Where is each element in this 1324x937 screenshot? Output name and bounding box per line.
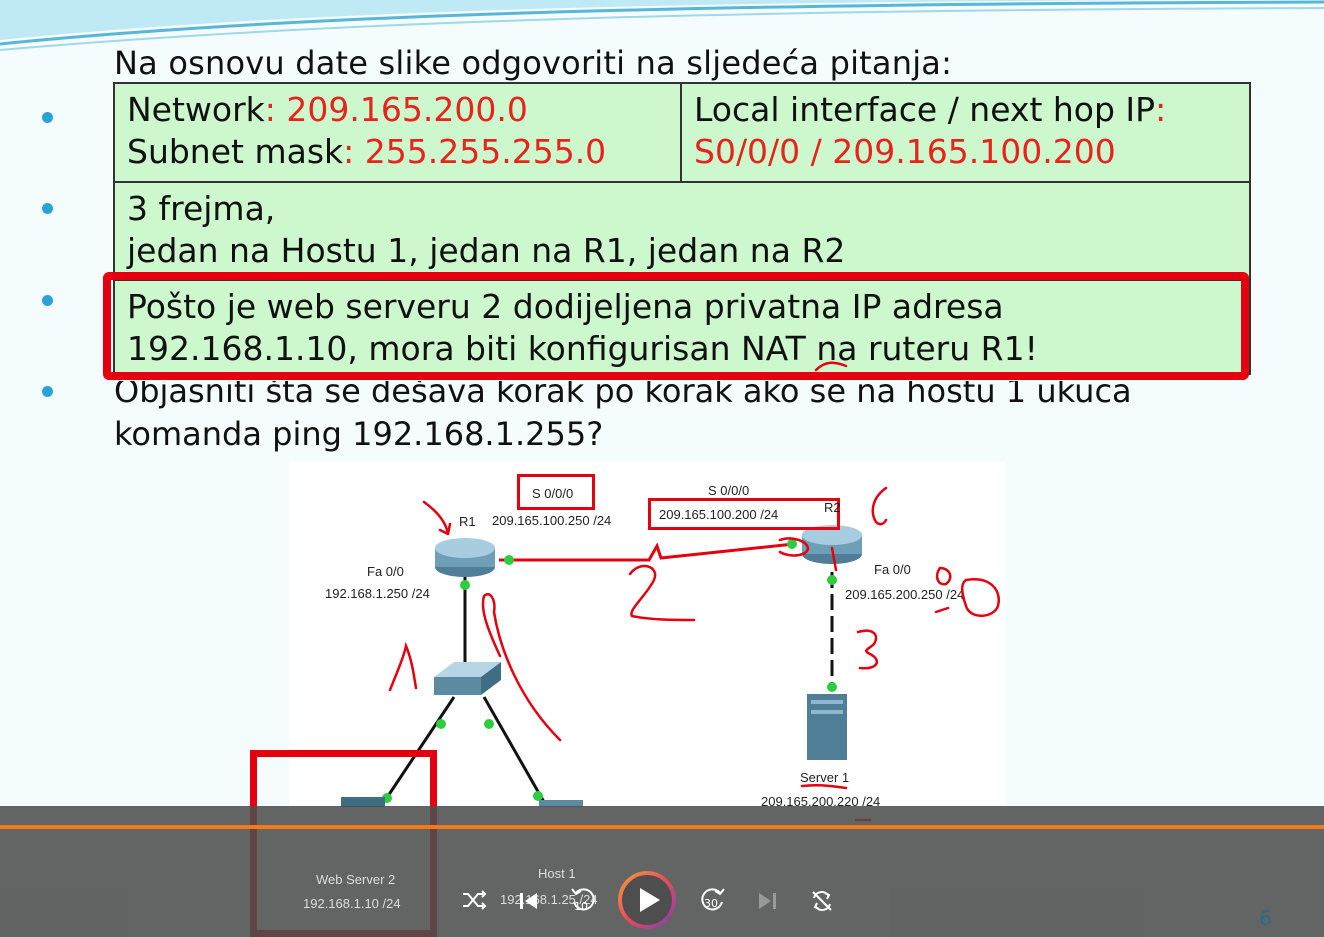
shuffle-icon[interactable] [460,888,488,917]
r2-fa-label: Fa 0/0 [874,562,911,577]
network-label: Network [127,90,265,129]
play-icon [640,888,660,912]
r1-serial-label: S 0/0/0 [532,486,574,501]
switch-host-link [482,696,546,803]
bullet-4 [42,386,53,397]
repeat-off-icon[interactable] [808,888,836,919]
web-server-2-name: Web Server 2 [316,872,396,887]
page-number: 6 [1259,906,1272,930]
answer-2-line-1: 3 frejma, [127,189,276,228]
forward-30-button[interactable]: 30 [696,884,728,916]
switch-icon [434,662,501,695]
server-1-name: Server 1 [800,770,850,785]
subnet-mask-label: Subnet mask [127,132,344,171]
host-1-name: Host 1 [538,866,576,881]
r2-name: R2 [824,500,841,515]
interface-label: Local interface / next hop IP [694,90,1156,129]
subnet-mask-value: : 255.255.255.0 [343,132,607,171]
network-value: : 209.165.200.0 [264,90,528,129]
answer-1-right-cell: Local interface / next hop IP: S0/0/0 / … [680,82,1251,183]
r1-fa-label: Fa 0/0 [367,564,404,579]
progress-bar[interactable] [0,825,1324,829]
interface-value: S0/0/0 / 209.165.100.200 [694,132,1116,171]
router-r1-icon [435,538,495,577]
skip-previous-icon[interactable] [516,889,542,918]
skip-next-icon[interactable] [754,889,780,918]
play-button[interactable] [618,871,676,929]
interface-colon: : [1155,90,1167,129]
r2-fa-ip: 209.165.200.250 /24 [845,587,965,602]
r2-serial-label: S 0/0/0 [708,483,750,498]
forward-label: 30 [704,897,718,910]
answer-2-cell: 3 frejma, jedan na Hostu 1, jedan na R1,… [113,181,1251,281]
web-server-2-ip: 192.168.1.10 /24 [303,896,401,911]
answer-3-highlight [103,272,1249,380]
rewind-label: 10 [574,900,588,913]
bullet-1 [42,112,53,123]
router-r2-icon [802,525,862,564]
r1-serial-ip: 209.165.100.250 /24 [492,513,612,528]
answer-1-left-cell: Network: 209.165.200.0 Subnet mask: 255.… [113,82,682,183]
question-4-line-2: komanda ping 192.168.1.255? [114,415,604,453]
r1-fa-ip: 192.168.1.250 /24 [325,586,430,601]
question-title: Na osnovu date slike odgovoriti na sljed… [114,44,953,82]
r2-serial-ip: 209.165.100.200 /24 [659,507,779,522]
server-1-icon [807,694,847,760]
rewind-10-button[interactable]: 10 [568,884,600,916]
bullet-3 [42,295,53,306]
bullet-2 [42,203,53,214]
answer-2-line-2: jedan na Hostu 1, jedan na R1, jedan na … [127,231,846,270]
r1-name: R1 [459,514,476,529]
serial-link [499,542,795,562]
